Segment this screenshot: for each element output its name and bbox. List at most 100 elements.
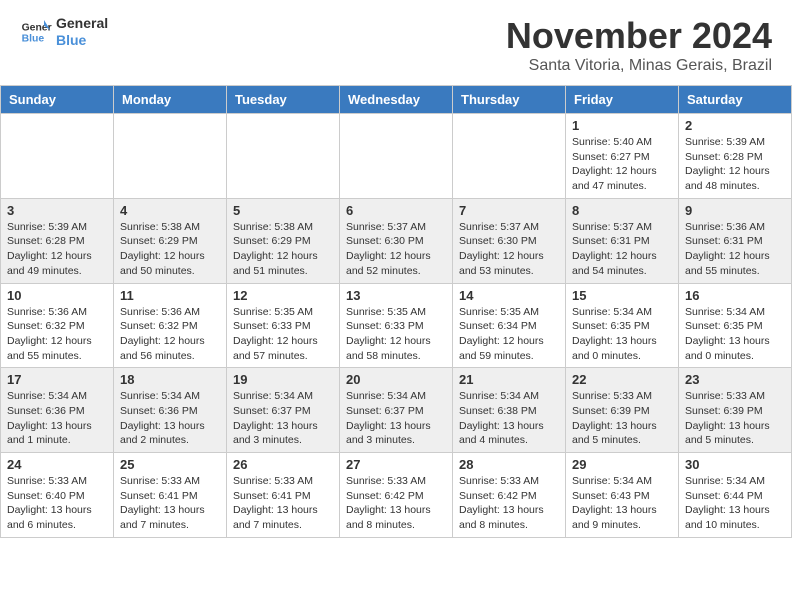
day-number: 1 <box>572 118 672 133</box>
calendar-week-1: 1 Sunrise: 5:40 AM Sunset: 6:27 PM Daylig… <box>1 114 792 199</box>
calendar-cell: 4 Sunrise: 5:38 AM Sunset: 6:29 PM Daylig… <box>114 198 227 283</box>
day-info: Sunrise: 5:35 AM Sunset: 6:34 PM Dayligh… <box>459 305 559 364</box>
calendar-cell: 14 Sunrise: 5:35 AM Sunset: 6:34 PM Dayli… <box>453 283 566 368</box>
day-info: Sunrise: 5:34 AM Sunset: 6:37 PM Dayligh… <box>233 389 333 448</box>
day-number: 26 <box>233 457 333 472</box>
col-header-friday: Friday <box>566 86 679 114</box>
calendar-cell <box>114 114 227 199</box>
calendar-cell: 28 Sunrise: 5:33 AM Sunset: 6:42 PM Dayli… <box>453 453 566 538</box>
calendar-cell: 13Sunrise: 5:35 AM Sunset: 6:33 PM Dayli… <box>340 283 453 368</box>
day-number: 5 <box>233 203 333 218</box>
calendar-cell: 12Sunrise: 5:35 AM Sunset: 6:33 PM Dayli… <box>227 283 340 368</box>
day-number: 20 <box>346 372 446 387</box>
day-number: 22 <box>572 372 672 387</box>
calendar-cell: 10 Sunrise: 5:36 AM Sunset: 6:32 PM Dayli… <box>1 283 114 368</box>
col-header-saturday: Saturday <box>679 86 792 114</box>
calendar-cell: 24Sunrise: 5:33 AM Sunset: 6:40 PM Dayli… <box>1 453 114 538</box>
calendar-cell: 17 Sunrise: 5:34 AM Sunset: 6:36 PM Dayli… <box>1 368 114 453</box>
day-number: 14 <box>459 288 559 303</box>
calendar-cell: 20 Sunrise: 5:34 AM Sunset: 6:37 PM Dayli… <box>340 368 453 453</box>
calendar-cell: 26 Sunrise: 5:33 AM Sunset: 6:41 PM Dayli… <box>227 453 340 538</box>
calendar-cell: 8 Sunrise: 5:37 AM Sunset: 6:31 PM Daylig… <box>566 198 679 283</box>
svg-text:Blue: Blue <box>22 33 45 44</box>
calendar-cell: 30 Sunrise: 5:34 AM Sunset: 6:44 PM Dayli… <box>679 453 792 538</box>
calendar-cell <box>1 114 114 199</box>
calendar-cell: 5 Sunrise: 5:38 AM Sunset: 6:29 PM Daylig… <box>227 198 340 283</box>
day-number: 25 <box>120 457 220 472</box>
calendar: SundayMondayTuesdayWednesdayThursdayFrid… <box>0 85 792 538</box>
calendar-cell: 21 Sunrise: 5:34 AM Sunset: 6:38 PM Dayli… <box>453 368 566 453</box>
day-info: Sunrise: 5:33 AM Sunset: 6:39 PM Dayligh… <box>572 389 672 448</box>
day-info: Sunrise: 5:34 AM Sunset: 6:35 PM Dayligh… <box>685 305 785 364</box>
day-number: 2 <box>685 118 785 133</box>
day-info: Sunrise: 5:34 AM Sunset: 6:37 PM Dayligh… <box>346 389 446 448</box>
calendar-cell: 29Sunrise: 5:34 AM Sunset: 6:43 PM Dayli… <box>566 453 679 538</box>
day-info: Sunrise: 5:34 AM Sunset: 6:35 PM Dayligh… <box>572 305 672 364</box>
day-info: Sunrise: 5:34 AM Sunset: 6:43 PM Dayligh… <box>572 474 672 533</box>
day-number: 4 <box>120 203 220 218</box>
day-number: 18 <box>120 372 220 387</box>
day-info: Sunrise: 5:36 AM Sunset: 6:32 PM Dayligh… <box>7 305 107 364</box>
day-number: 28 <box>459 457 559 472</box>
calendar-cell: 16Sunrise: 5:34 AM Sunset: 6:35 PM Dayli… <box>679 283 792 368</box>
day-number: 10 <box>7 288 107 303</box>
day-number: 17 <box>7 372 107 387</box>
month-title: November 2024 <box>506 15 772 57</box>
logo-icon: General Blue <box>20 16 52 48</box>
day-info: Sunrise: 5:36 AM Sunset: 6:32 PM Dayligh… <box>120 305 220 364</box>
page-header: General Blue General Blue November 2024 … <box>0 0 792 80</box>
day-info: Sunrise: 5:35 AM Sunset: 6:33 PM Dayligh… <box>233 305 333 364</box>
calendar-cell <box>453 114 566 199</box>
calendar-cell: 11 Sunrise: 5:36 AM Sunset: 6:32 PM Dayli… <box>114 283 227 368</box>
day-info: Sunrise: 5:38 AM Sunset: 6:29 PM Dayligh… <box>233 220 333 279</box>
location: Santa Vitoria, Minas Gerais, Brazil <box>506 57 772 75</box>
calendar-cell: 3Sunrise: 5:39 AM Sunset: 6:28 PM Daylig… <box>1 198 114 283</box>
day-number: 7 <box>459 203 559 218</box>
day-info: Sunrise: 5:39 AM Sunset: 6:28 PM Dayligh… <box>685 135 785 194</box>
day-info: Sunrise: 5:34 AM Sunset: 6:36 PM Dayligh… <box>7 389 107 448</box>
calendar-cell: 18 Sunrise: 5:34 AM Sunset: 6:36 PM Dayli… <box>114 368 227 453</box>
day-number: 27 <box>346 457 446 472</box>
day-info: Sunrise: 5:33 AM Sunset: 6:42 PM Dayligh… <box>459 474 559 533</box>
calendar-cell: 25 Sunrise: 5:33 AM Sunset: 6:41 PM Dayli… <box>114 453 227 538</box>
calendar-cell: 9 Sunrise: 5:36 AM Sunset: 6:31 PM Daylig… <box>679 198 792 283</box>
day-info: Sunrise: 5:33 AM Sunset: 6:39 PM Dayligh… <box>685 389 785 448</box>
day-number: 8 <box>572 203 672 218</box>
calendar-cell: 15Sunrise: 5:34 AM Sunset: 6:35 PM Dayli… <box>566 283 679 368</box>
day-info: Sunrise: 5:33 AM Sunset: 6:41 PM Dayligh… <box>120 474 220 533</box>
col-header-tuesday: Tuesday <box>227 86 340 114</box>
day-info: Sunrise: 5:40 AM Sunset: 6:27 PM Dayligh… <box>572 135 672 194</box>
calendar-cell: 27 Sunrise: 5:33 AM Sunset: 6:42 PM Dayli… <box>340 453 453 538</box>
day-number: 30 <box>685 457 785 472</box>
col-header-thursday: Thursday <box>453 86 566 114</box>
title-block: November 2024 Santa Vitoria, Minas Gerai… <box>506 15 772 75</box>
calendar-cell: 22 Sunrise: 5:33 AM Sunset: 6:39 PM Dayli… <box>566 368 679 453</box>
day-number: 3 <box>7 203 107 218</box>
day-info: Sunrise: 5:33 AM Sunset: 6:42 PM Dayligh… <box>346 474 446 533</box>
calendar-week-5: 24Sunrise: 5:33 AM Sunset: 6:40 PM Dayli… <box>1 453 792 538</box>
day-number: 11 <box>120 288 220 303</box>
calendar-week-3: 10 Sunrise: 5:36 AM Sunset: 6:32 PM Dayli… <box>1 283 792 368</box>
day-info: Sunrise: 5:37 AM Sunset: 6:30 PM Dayligh… <box>459 220 559 279</box>
col-header-wednesday: Wednesday <box>340 86 453 114</box>
day-info: Sunrise: 5:34 AM Sunset: 6:38 PM Dayligh… <box>459 389 559 448</box>
day-info: Sunrise: 5:34 AM Sunset: 6:36 PM Dayligh… <box>120 389 220 448</box>
day-info: Sunrise: 5:37 AM Sunset: 6:31 PM Dayligh… <box>572 220 672 279</box>
day-number: 9 <box>685 203 785 218</box>
calendar-cell: 7 Sunrise: 5:37 AM Sunset: 6:30 PM Daylig… <box>453 198 566 283</box>
calendar-week-4: 17 Sunrise: 5:34 AM Sunset: 6:36 PM Dayli… <box>1 368 792 453</box>
day-number: 23 <box>685 372 785 387</box>
day-info: Sunrise: 5:34 AM Sunset: 6:44 PM Dayligh… <box>685 474 785 533</box>
day-info: Sunrise: 5:38 AM Sunset: 6:29 PM Dayligh… <box>120 220 220 279</box>
col-header-sunday: Sunday <box>1 86 114 114</box>
calendar-cell: 6 Sunrise: 5:37 AM Sunset: 6:30 PM Daylig… <box>340 198 453 283</box>
day-info: Sunrise: 5:35 AM Sunset: 6:33 PM Dayligh… <box>346 305 446 364</box>
calendar-cell: 23 Sunrise: 5:33 AM Sunset: 6:39 PM Dayli… <box>679 368 792 453</box>
day-info: Sunrise: 5:36 AM Sunset: 6:31 PM Dayligh… <box>685 220 785 279</box>
day-number: 21 <box>459 372 559 387</box>
logo: General Blue General Blue <box>20 15 108 49</box>
calendar-cell: 2 Sunrise: 5:39 AM Sunset: 6:28 PM Daylig… <box>679 114 792 199</box>
day-number: 6 <box>346 203 446 218</box>
day-info: Sunrise: 5:37 AM Sunset: 6:30 PM Dayligh… <box>346 220 446 279</box>
day-info: Sunrise: 5:33 AM Sunset: 6:41 PM Dayligh… <box>233 474 333 533</box>
